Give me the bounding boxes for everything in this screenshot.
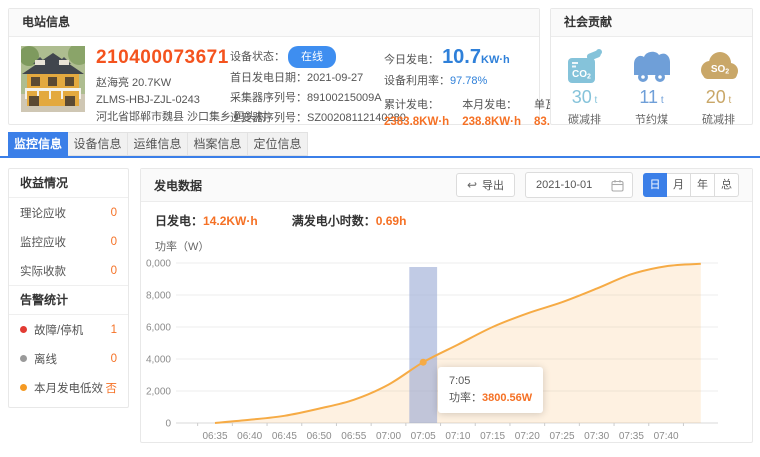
- so2-reduction-item: SO2 20 t 硫减排: [689, 46, 749, 127]
- power-chart-svg[interactable]: 0 2,000 4,000 6,000 8,000 10,000 06:35 06:40 06:…: [146, 255, 746, 451]
- social-panel-title: 社会贡献: [551, 9, 752, 37]
- svg-text:06:50: 06:50: [307, 431, 332, 442]
- export-button[interactable]: ↩ 导出: [456, 173, 515, 197]
- low-efficiency-status-dot: [20, 384, 27, 391]
- income-row-actual: 实际收款0: [9, 256, 128, 285]
- svg-text:8,000: 8,000: [146, 291, 171, 302]
- tabbar-underline: [0, 156, 760, 158]
- tooltip-time: 7:05: [449, 373, 532, 390]
- station-code: ZLMS-HBJ-ZJL-0243: [96, 92, 230, 109]
- tab-device-info[interactable]: 设备信息: [68, 132, 128, 156]
- cumulative-generation: 累计发电：2383.8KW·h: [384, 96, 449, 128]
- coal-value: 11: [639, 87, 658, 107]
- svg-text:06:55: 06:55: [341, 431, 366, 442]
- alarm-row-fault: 故障/停机1: [9, 315, 128, 344]
- station-address: 河北省邯郸市魏县 沙口集乡 码头村: [96, 109, 230, 126]
- station-info-panel: 电站信息 210400073671 赵海亮 20.7KW ZLMS-HBJ-ZJ…: [8, 8, 540, 125]
- svg-text:07:15: 07:15: [480, 431, 505, 442]
- svg-text:2,000: 2,000: [146, 387, 171, 398]
- coal-label: 节约煤: [622, 111, 682, 127]
- co2-value: 30: [572, 87, 592, 107]
- station-id: 210400073671: [96, 47, 230, 69]
- today-generation-value: 10.7: [442, 46, 481, 68]
- chart-tooltip: 7:05 功率：3800.56W: [438, 367, 543, 413]
- tab-archive-info[interactable]: 档案信息: [188, 132, 248, 156]
- income-alarm-sidebar: 收益情况 理论应收0 监控应收0 实际收款0 告警统计 故障/停机1 离线0 本…: [8, 168, 129, 408]
- tooltip-power-value: 3800.56W: [482, 392, 532, 404]
- co2-reduction-item: CO2 30 t 碳减排: [555, 46, 615, 127]
- svg-text:06:45: 06:45: [272, 431, 297, 442]
- svg-text:07:10: 07:10: [445, 431, 470, 442]
- range-total-button[interactable]: 总: [715, 173, 739, 197]
- svg-text:07:30: 07:30: [584, 431, 609, 442]
- collector-sn-row: 采集器序列号：89100215009A: [230, 88, 380, 108]
- so2-reduction-icon: SO2: [697, 50, 741, 84]
- svg-text:6,000: 6,000: [146, 323, 171, 334]
- daily-generation-stat: 日发电：14.2KW·h: [155, 212, 258, 229]
- co2-reduction-icon: CO2: [563, 47, 607, 84]
- tab-monitor-info[interactable]: 监控信息: [8, 132, 68, 156]
- date-picker[interactable]: [525, 172, 633, 198]
- income-row-theoretical: 理论应收0: [9, 198, 128, 227]
- tab-location-info[interactable]: 定位信息: [248, 132, 308, 156]
- y-axis-title: 功率（W）: [141, 229, 752, 254]
- device-status-row: 设备状态：在线: [230, 46, 380, 68]
- svg-text:07:35: 07:35: [619, 431, 644, 442]
- inverter-sn-row: 逆变器序列号：SZ00208112140280: [230, 108, 380, 128]
- main-tabbar: 监控信息 设备信息 运维信息 档案信息 定位信息: [8, 132, 308, 156]
- generation-data-panel: 发电数据 ↩ 导出 日 月: [140, 168, 753, 443]
- alarm-row-offline: 离线0: [9, 344, 128, 373]
- income-section-title: 收益情况: [9, 169, 128, 198]
- chart-panel-title: 发电数据: [154, 177, 202, 194]
- utilization-value: 97.78%: [450, 75, 487, 87]
- station-owner: 赵海亮 20.7KW: [96, 75, 230, 92]
- coal-saved-item: 11 t 节约煤: [622, 46, 682, 127]
- income-row-monitored: 监控应收0: [9, 227, 128, 256]
- alarm-row-low-efficiency: 本月发电低效否: [9, 373, 128, 402]
- range-year-button[interactable]: 年: [691, 173, 715, 197]
- co2-label: 碳减排: [555, 111, 615, 127]
- so2-value: 20: [706, 87, 726, 107]
- date-input[interactable]: [534, 178, 611, 192]
- svg-text:07:25: 07:25: [549, 431, 574, 442]
- svg-text:06:35: 06:35: [202, 431, 227, 442]
- first-gen-row: 首日发电日期：2021-09-27: [230, 68, 380, 88]
- range-button-group: 日 月 年 总: [643, 173, 739, 197]
- svg-text:07:40: 07:40: [654, 431, 679, 442]
- range-month-button[interactable]: 月: [667, 173, 691, 197]
- power-chart[interactable]: 0 2,000 4,000 6,000 8,000 10,000 06:35 06:40 06:…: [146, 255, 749, 451]
- export-arrow-icon: ↩: [467, 178, 477, 192]
- svg-text:4,000: 4,000: [146, 355, 171, 366]
- dashboard-page: 电站信息 210400073671 赵海亮 20.7KW ZLMS-HBJ-ZJ…: [0, 0, 760, 457]
- svg-text:07:20: 07:20: [515, 431, 540, 442]
- station-photo: [21, 46, 85, 112]
- online-status-badge: 在线: [288, 46, 336, 68]
- calendar-icon[interactable]: [611, 179, 624, 192]
- alarm-section-title: 告警统计: [9, 285, 128, 315]
- range-day-button[interactable]: 日: [643, 173, 667, 197]
- social-contribution-panel: 社会贡献 CO2 30 t 碳减排 11 t: [550, 8, 753, 125]
- svg-text:07:00: 07:00: [376, 431, 401, 442]
- so2-label: 硫减排: [689, 111, 749, 127]
- station-panel-title: 电站信息: [9, 9, 539, 37]
- full-hours-stat: 满发电小时数：0.69h: [292, 212, 407, 229]
- month-generation: 本月发电：238.8KW·h: [462, 96, 521, 128]
- svg-text:06:40: 06:40: [237, 431, 262, 442]
- svg-text:0: 0: [165, 419, 171, 430]
- svg-text:07:05: 07:05: [411, 431, 436, 442]
- svg-text:10,000: 10,000: [146, 259, 171, 270]
- fault-status-dot: [20, 326, 27, 333]
- offline-status-dot: [20, 355, 27, 362]
- coal-saved-icon: [629, 47, 675, 84]
- tab-maintenance-info[interactable]: 运维信息: [128, 132, 188, 156]
